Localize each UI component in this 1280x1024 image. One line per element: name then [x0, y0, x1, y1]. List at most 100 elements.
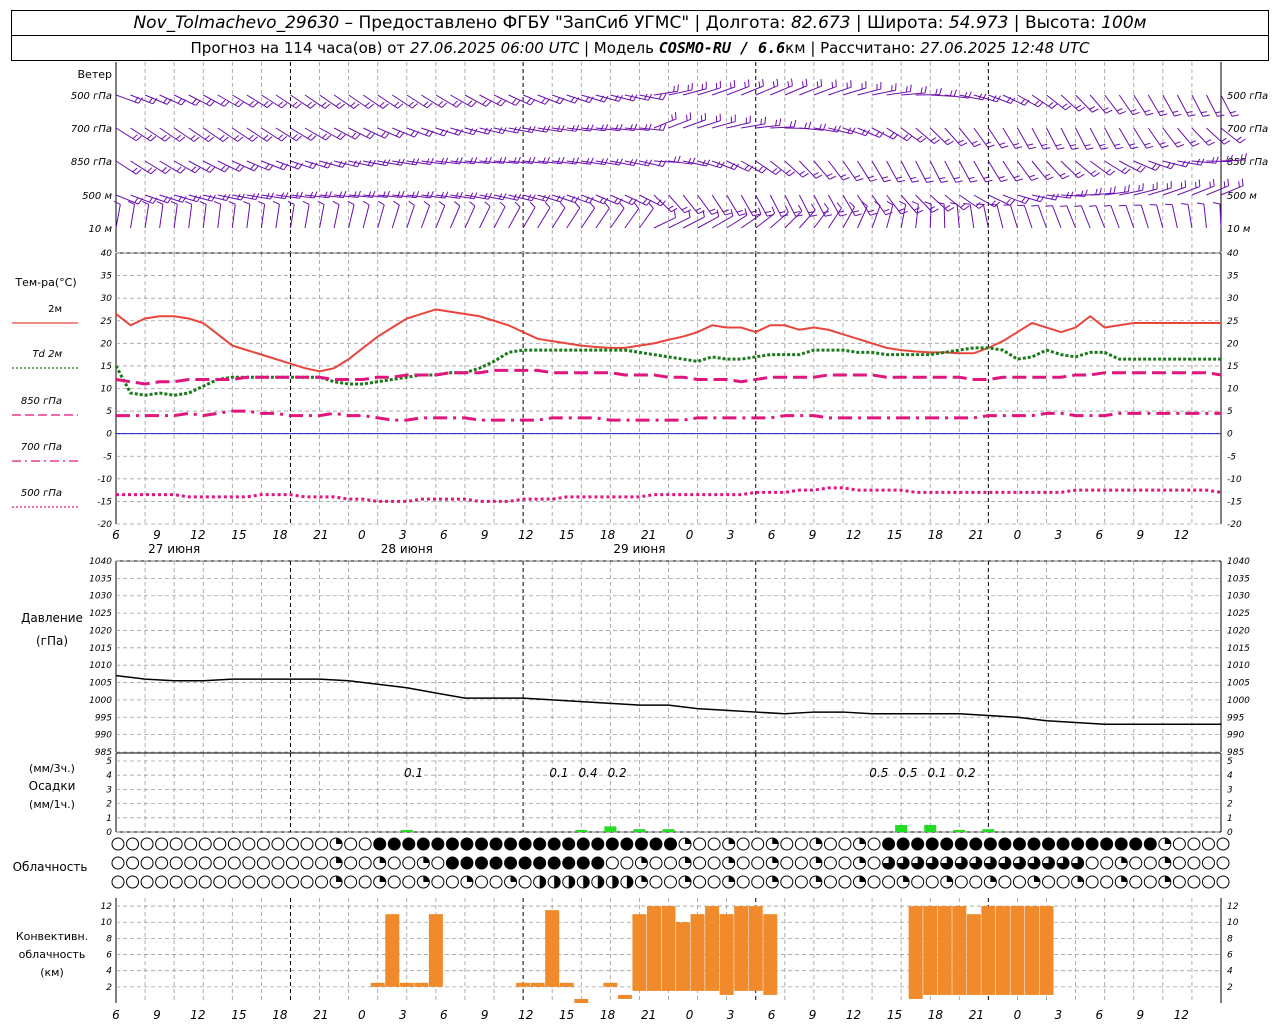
wind-barb-flag: [899, 200, 906, 205]
temp-ytick-right: -15: [1227, 497, 1242, 507]
conv-ytick-right: 10: [1227, 918, 1239, 928]
wind-barb-flag: [933, 139, 941, 144]
wind-barb-shaft: [319, 204, 325, 229]
cloud-cover-fill: [562, 857, 575, 869]
cloud-cover-fill: [1057, 838, 1070, 850]
cloud-cover-symbol: [344, 875, 358, 889]
cloud-cover-fill: [1071, 838, 1084, 850]
cloud-cover-fill: [1121, 857, 1128, 863]
wind-barb-flag: [382, 103, 389, 109]
conv-cloud-bar: [763, 914, 778, 995]
wind-barb-flag: [452, 100, 458, 106]
wind-barb-flag: [619, 158, 623, 166]
cloud-cover-symbol: [838, 856, 852, 870]
wind-barb-flag: [302, 200, 310, 205]
wind-barb-flag: [758, 207, 762, 215]
wind-barb-flag: [812, 172, 819, 176]
conv-cloud-bar: [646, 906, 661, 991]
wind-barb-flag: [185, 201, 192, 205]
wind-barb-shaft: [1023, 205, 1033, 229]
cloud-cover-symbol: [256, 837, 270, 851]
time-axis-label-bottom: 21: [641, 1008, 656, 1022]
conv-cloud-bar: [923, 906, 938, 995]
wind-barb-flag: [947, 140, 954, 146]
cloud-cover-symbol: [489, 875, 503, 889]
cloud-cover-fill: [815, 857, 822, 863]
cloud-cover-fill: [519, 838, 532, 850]
cloud-cover-symbol: [1056, 875, 1070, 889]
pressure-title: Давление: [21, 611, 83, 625]
wind-barb-flag: [868, 175, 875, 179]
cloud-cover-fill: [548, 838, 561, 850]
wind-barb-flag: [1196, 202, 1204, 205]
wind-barb-flag: [889, 132, 895, 138]
time-axis-label-bottom: 9: [153, 1008, 161, 1022]
wind-barb-flag: [1000, 179, 1008, 183]
wind-barb-flag: [987, 144, 995, 148]
wind-barb-flag: [722, 209, 729, 213]
wind-barb-flag: [1121, 167, 1127, 173]
cloud-cover-fill: [859, 838, 866, 844]
time-axis-label: 0: [686, 528, 694, 542]
time-axis-label-bottom: 15: [887, 1008, 902, 1022]
wind-barb-flag: [456, 102, 462, 108]
wind-barb-flag: [1028, 174, 1035, 178]
wind-barb-flag: [557, 157, 561, 164]
conv-cloud-bar: [676, 922, 691, 991]
wind-barb-shaft: [1187, 204, 1193, 229]
cloud-title: Облачность: [13, 860, 88, 874]
cloud-cover-fill: [897, 838, 910, 850]
cloud-cover-fill: [728, 838, 735, 844]
wind-barb-flag: [339, 103, 346, 109]
cloud-cover-fill: [626, 876, 633, 888]
wind-barb-flag: [354, 133, 361, 140]
cloud-cover-symbol: [1172, 837, 1186, 851]
wind-barb-flag: [1231, 114, 1239, 117]
wind-barb-flag: [526, 98, 532, 104]
wind-barb-shaft: [828, 207, 842, 229]
cloud-cover-symbol: [140, 875, 154, 889]
time-axis-label: 0: [358, 528, 366, 542]
wind-barb-flag: [1127, 184, 1130, 192]
wind-barb-shaft: [333, 204, 340, 229]
wind-barb-flag: [1140, 166, 1146, 173]
cloud-cover-fill: [772, 876, 779, 882]
wind-barb-flag: [324, 191, 328, 198]
temp-legend-label: Td 2м: [32, 349, 62, 360]
cloud-cover-symbol: [707, 837, 721, 851]
cloud-cover-symbol: [227, 837, 241, 851]
wind-barb-flag: [1084, 144, 1091, 147]
wind-barb-shaft: [522, 206, 536, 229]
wind-barb-flag: [1116, 108, 1123, 112]
pressure-ytick-right: 990: [1227, 731, 1244, 741]
time-axis-label: 21: [641, 528, 656, 542]
wind-barb-flag: [870, 178, 878, 182]
wind-barb-flag: [179, 168, 186, 174]
time-axis-label-bottom: 6: [440, 1008, 448, 1022]
wind-barb-flag: [771, 206, 776, 214]
cloud-cover-symbol: [736, 837, 750, 851]
cloud-cover-fill: [519, 857, 532, 869]
wind-barb-flag: [677, 84, 679, 92]
wind-barb-shaft: [537, 207, 551, 229]
wind-barb-flag: [1180, 203, 1189, 205]
cloud-cover-fill: [859, 857, 866, 863]
conv-ytick: 10: [101, 918, 113, 928]
wind-barb-flag: [328, 191, 332, 198]
cloud-cover-fill: [772, 838, 779, 844]
wind-barb-shaft: [1156, 204, 1164, 229]
cloud-cover-symbol: [1100, 856, 1114, 870]
wind-barb-flag: [1129, 143, 1136, 146]
time-axis-label: 9: [153, 528, 161, 542]
wind-level-label-right: 500 гПа: [1227, 91, 1268, 102]
wind-barb-flag: [175, 134, 182, 140]
cloud-cover-symbol: [344, 856, 358, 870]
wind-barb-flag: [335, 102, 341, 107]
wind-barb-flag: [1123, 186, 1126, 193]
wind-barb-flag: [502, 193, 507, 200]
time-axis-label: 21: [969, 528, 984, 542]
wind-barb-flag: [515, 99, 521, 106]
wind-barb-flag: [1190, 140, 1196, 144]
wind-barb-shaft: [493, 206, 506, 229]
wind-barb-flag: [1031, 204, 1039, 207]
